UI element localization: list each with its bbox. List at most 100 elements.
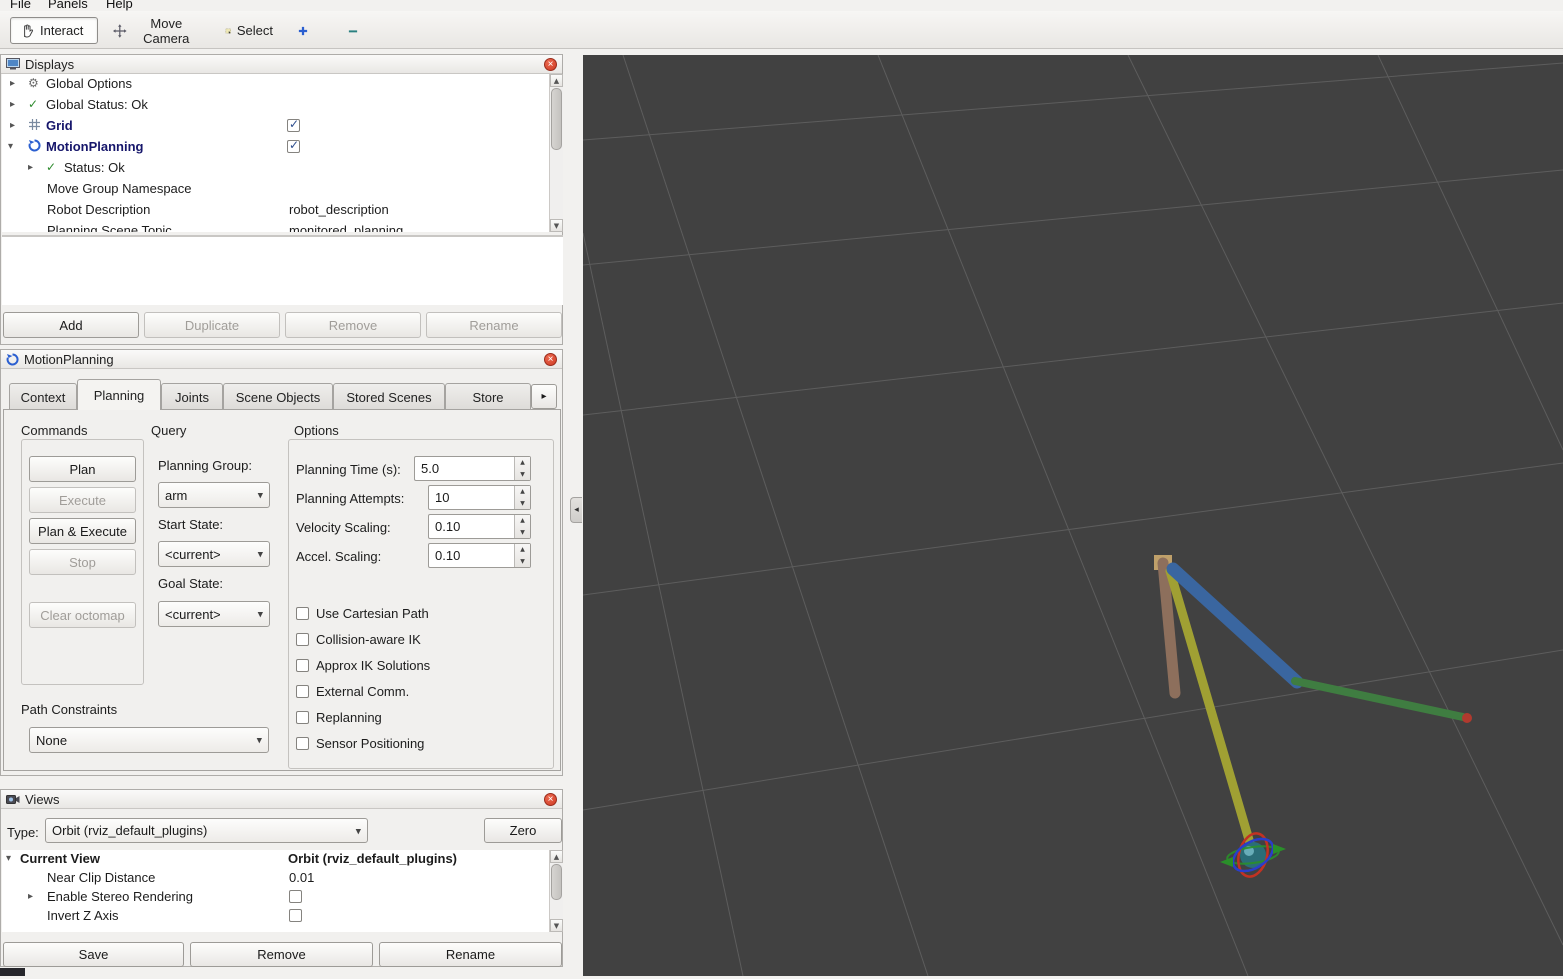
view-type-combo[interactable]: Orbit (rviz_default_plugins) ▼ (45, 818, 368, 843)
planning-time-spinbox[interactable]: 5.0 ▲ ▼ (414, 456, 531, 481)
tree-row-move-group-namespace[interactable]: Move Group Namespace (2, 179, 549, 200)
checkbox[interactable] (296, 633, 309, 646)
tree-row-current-view[interactable]: ▾ Current View Orbit (rviz_default_plugi… (2, 850, 549, 869)
add-tool-button[interactable] (288, 17, 318, 44)
replanning-option[interactable]: Replanning (296, 710, 382, 725)
zero-button[interactable]: Zero (484, 818, 562, 843)
close-icon[interactable]: × (544, 58, 557, 71)
close-icon[interactable]: × (544, 793, 557, 806)
scrollbar-thumb[interactable] (551, 88, 562, 150)
goal-state-combo[interactable]: <current> ▼ (158, 601, 270, 627)
checkbox[interactable] (296, 659, 309, 672)
expander-right-icon[interactable]: ▸ (28, 891, 33, 902)
tab-joints[interactable]: Joints (161, 383, 223, 410)
scroll-down-icon[interactable]: ▼ (550, 919, 563, 932)
scrollbar-thumb[interactable] (551, 864, 562, 900)
scroll-up-icon[interactable]: ▲ (550, 850, 563, 863)
spin-down-icon[interactable]: ▼ (515, 498, 530, 510)
spin-buttons[interactable]: ▲ ▼ (514, 544, 530, 567)
add-display-button[interactable]: Add (3, 312, 139, 338)
velocity-scaling-spinbox[interactable]: 0.10 ▲ ▼ (428, 514, 531, 539)
rename-view-button[interactable]: Rename (379, 942, 562, 967)
save-view-button[interactable]: Save (3, 942, 184, 967)
spin-up-icon[interactable]: ▲ (515, 457, 530, 469)
displays-panel-titlebar[interactable]: Displays × (1, 55, 562, 74)
clear-octomap-button[interactable]: Clear octomap (29, 602, 136, 628)
tree-row-status-ok[interactable]: ▸ ✓ Status: Ok (2, 158, 549, 179)
menu-panels[interactable]: Panels (48, 0, 88, 11)
checkbox[interactable] (296, 711, 309, 724)
execute-button[interactable]: Execute (29, 487, 136, 513)
close-icon[interactable]: × (544, 353, 557, 366)
checkbox[interactable] (296, 685, 309, 698)
spin-up-icon[interactable]: ▲ (515, 486, 530, 498)
spin-buttons[interactable]: ▲ ▼ (514, 457, 530, 480)
expander-right-icon[interactable]: ▸ (28, 162, 33, 173)
spin-down-icon[interactable]: ▼ (515, 556, 530, 568)
accel-scaling-spinbox[interactable]: 0.10 ▲ ▼ (428, 543, 531, 568)
displays-scrollbar[interactable]: ▲ ▼ (549, 74, 563, 232)
remove-display-button[interactable]: Remove (285, 312, 421, 338)
tree-row-grid[interactable]: ▸ Grid (2, 116, 549, 137)
tab-scene-objects[interactable]: Scene Objects (223, 383, 333, 410)
expander-down-icon[interactable]: ▾ (8, 141, 13, 152)
expander-down-icon[interactable]: ▾ (6, 853, 11, 864)
views-scrollbar[interactable]: ▲ ▼ (549, 850, 563, 932)
expander-right-icon[interactable]: ▸ (10, 99, 15, 110)
approx-ik-solutions-option[interactable]: Approx IK Solutions (296, 658, 430, 673)
expander-right-icon[interactable]: ▸ (10, 78, 15, 89)
expander-right-icon[interactable]: ▸ (10, 120, 15, 131)
spin-buttons[interactable]: ▲ ▼ (514, 486, 530, 509)
tree-value[interactable]: 0.01 (289, 870, 314, 885)
tree-value[interactable]: robot_description (289, 202, 389, 217)
tree-row-motionplanning[interactable]: ▾ MotionPlanning (2, 137, 549, 158)
scroll-up-icon[interactable]: ▲ (550, 74, 563, 87)
planning-group-combo[interactable]: arm ▼ (158, 482, 270, 508)
views-panel-titlebar[interactable]: Views × (1, 790, 562, 809)
render-viewport[interactable] (582, 54, 1563, 977)
tree-value[interactable]: monitored_planning (289, 223, 403, 232)
invert-z-checkbox[interactable] (289, 909, 302, 922)
motionplanning-enabled-checkbox[interactable] (287, 138, 300, 153)
tree-row-invert-z[interactable]: Invert Z Axis (2, 907, 549, 926)
grid-enabled-checkbox[interactable] (287, 117, 300, 132)
stereo-rendering-checkbox[interactable] (289, 890, 302, 903)
external-comm-option[interactable]: External Comm. (296, 684, 409, 699)
remove-view-button[interactable]: Remove (190, 942, 373, 967)
plan-and-execute-button[interactable]: Plan & Execute (29, 518, 136, 544)
spin-down-icon[interactable]: ▼ (515, 469, 530, 481)
move-camera-tool-button[interactable]: Move Camera (104, 16, 210, 46)
tree-row-global-options[interactable]: ▸ ⚙ Global Options (2, 74, 549, 95)
collision-aware-ik-option[interactable]: Collision-aware IK (296, 632, 421, 647)
panel-collapse-handle[interactable]: ◂ (570, 497, 582, 523)
tree-row-planning-scene-topic[interactable]: Planning Scene Topic monitored_planning (2, 221, 549, 232)
rename-display-button[interactable]: Rename (426, 312, 562, 338)
plan-button[interactable]: Plan (29, 456, 136, 482)
tree-row-near-clip[interactable]: Near Clip Distance 0.01 (2, 869, 549, 888)
tab-scroll-right-button[interactable]: ▸ (531, 384, 557, 409)
path-constraints-combo[interactable]: None ▼ (29, 727, 269, 753)
planning-attempts-spinbox[interactable]: 10 ▲ ▼ (428, 485, 531, 510)
tab-stored-states[interactable]: Store (445, 383, 531, 410)
select-tool-button[interactable]: Select (216, 17, 282, 44)
tab-planning[interactable]: Planning (77, 379, 161, 410)
checkbox[interactable] (296, 607, 309, 620)
menu-file[interactable]: File (10, 0, 31, 11)
spin-buttons[interactable]: ▲ ▼ (514, 515, 530, 538)
tab-stored-scenes[interactable]: Stored Scenes (333, 383, 445, 410)
interact-tool-button[interactable]: Interact (10, 17, 98, 44)
sensor-positioning-option[interactable]: Sensor Positioning (296, 736, 424, 751)
tab-context[interactable]: Context (9, 383, 77, 410)
spin-up-icon[interactable]: ▲ (515, 515, 530, 527)
spin-up-icon[interactable]: ▲ (515, 544, 530, 556)
scroll-down-icon[interactable]: ▼ (550, 219, 563, 232)
spin-down-icon[interactable]: ▼ (515, 527, 530, 539)
tree-row-global-status[interactable]: ▸ ✓ Global Status: Ok (2, 95, 549, 116)
motionplanning-panel-titlebar[interactable]: MotionPlanning × (1, 350, 562, 369)
remove-tool-button[interactable] (338, 17, 368, 44)
start-state-combo[interactable]: <current> ▼ (158, 541, 270, 567)
use-cartesian-path-option[interactable]: Use Cartesian Path (296, 606, 429, 621)
duplicate-display-button[interactable]: Duplicate (144, 312, 280, 338)
tree-row-stereo-rendering[interactable]: ▸ Enable Stereo Rendering (2, 888, 549, 907)
menu-help[interactable]: Help (106, 0, 133, 11)
